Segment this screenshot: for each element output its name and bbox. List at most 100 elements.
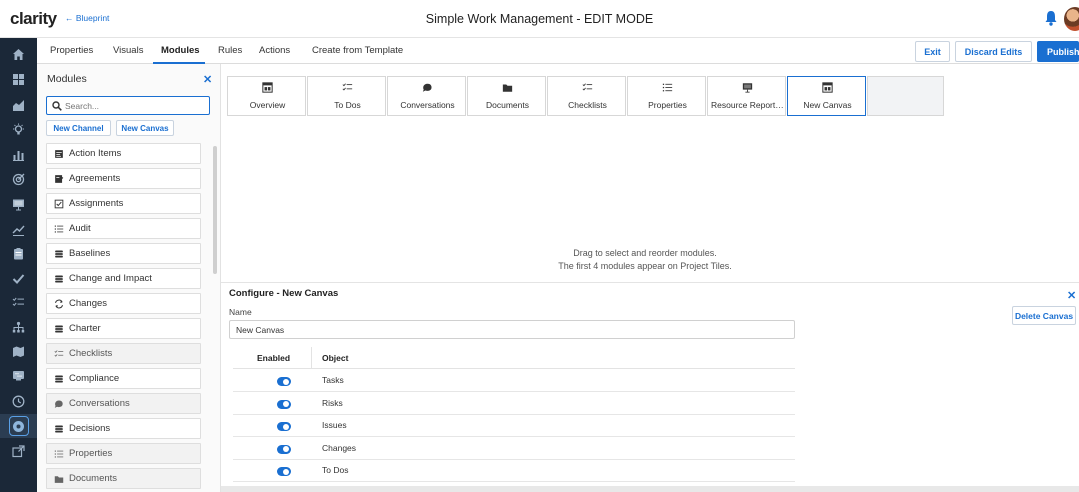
- table-row: Tasks: [233, 370, 795, 392]
- module-list-item[interactable]: Changes: [46, 293, 201, 314]
- module-card[interactable]: Resource Reporti...: [707, 76, 786, 116]
- trend-icon[interactable]: [0, 217, 37, 241]
- bar-chart-icon[interactable]: [0, 142, 37, 166]
- target-icon[interactable]: [0, 167, 37, 191]
- home-icon[interactable]: [0, 42, 37, 66]
- presentation-icon[interactable]: [0, 192, 37, 216]
- back-to-blueprint-link[interactable]: ← Blueprint: [65, 13, 109, 23]
- roadmap-icon[interactable]: [0, 363, 37, 387]
- canvas-icon: [228, 82, 307, 94]
- drag-hint-line-2: The first 4 modules appear on Project Ti…: [558, 261, 732, 271]
- chart-area-icon[interactable]: [0, 92, 37, 116]
- external-link-icon[interactable]: [0, 439, 37, 463]
- module-card[interactable]: Checklists: [547, 76, 626, 116]
- module-card[interactable]: To Dos: [307, 76, 386, 116]
- module-list-item-label: Checklists: [69, 348, 113, 359]
- module-list-item[interactable]: Compliance: [46, 368, 201, 389]
- module-list-item[interactable]: Baselines: [46, 243, 201, 264]
- module-list-item-label: Properties: [69, 448, 113, 459]
- object-name: Risks: [322, 397, 343, 408]
- delete-canvas-button[interactable]: Delete Canvas: [1012, 306, 1076, 325]
- module-list-item-label: Baselines: [69, 248, 111, 259]
- stack-icon: [49, 249, 69, 259]
- module-card[interactable]: Overview: [227, 76, 306, 116]
- module-list-item[interactable]: Properties: [46, 443, 201, 464]
- module-card[interactable]: Properties: [627, 76, 706, 116]
- clock-icon[interactable]: [0, 389, 37, 413]
- module-list-item-label: Documents: [69, 473, 118, 484]
- module-list-item-label: Changes: [69, 298, 108, 309]
- clarity-logo[interactable]: clarity: [10, 9, 57, 29]
- tab-properties[interactable]: Properties: [50, 45, 93, 56]
- enabled-toggle[interactable]: [277, 422, 291, 431]
- new-channel-button[interactable]: New Channel: [46, 120, 111, 136]
- lightbulb-icon[interactable]: [0, 117, 37, 141]
- module-list-item[interactable]: Agreements: [46, 168, 201, 189]
- map-icon[interactable]: [0, 339, 37, 363]
- tab-modules[interactable]: Modules: [161, 45, 200, 56]
- grid-icon[interactable]: [0, 67, 37, 91]
- exit-button[interactable]: Exit: [915, 41, 950, 62]
- module-list-item-label: Assignments: [69, 198, 124, 209]
- tab-create-from-template[interactable]: Create from Template: [312, 45, 403, 56]
- module-list-item-label: Conversations: [69, 398, 130, 409]
- enabled-toggle[interactable]: [277, 467, 291, 476]
- action-items-icon: [49, 149, 69, 159]
- name-field[interactable]: [229, 320, 795, 339]
- object-name: Changes: [322, 442, 357, 453]
- enabled-toggle[interactable]: [277, 399, 291, 409]
- checklist-icon[interactable]: [0, 290, 37, 314]
- module-list-item-label: Action Items: [69, 148, 122, 159]
- checklist-icon: [308, 82, 387, 94]
- module-card[interactable]: New Canvas: [787, 76, 866, 116]
- module-list-item[interactable]: Change and Impact: [46, 268, 201, 289]
- notification-bell-icon[interactable]: [1044, 9, 1058, 27]
- search-input[interactable]: [65, 99, 205, 113]
- list-icon: [628, 82, 707, 94]
- object-name: Issues: [322, 420, 347, 430]
- stack-icon: [49, 324, 69, 334]
- module-list-item[interactable]: Assignments: [46, 193, 201, 214]
- module-card-label: Documents: [486, 100, 529, 110]
- user-avatar[interactable]: [1064, 7, 1079, 31]
- table-row: Changes: [233, 438, 795, 460]
- panel-scrollbar[interactable]: [213, 146, 217, 274]
- publish-button[interactable]: Publish: [1037, 41, 1079, 62]
- configure-close-icon[interactable]: ✕: [1067, 289, 1076, 302]
- module-card-label: Properties: [648, 100, 687, 110]
- presentation-icon: [708, 82, 787, 94]
- module-card[interactable]: Documents: [467, 76, 546, 116]
- module-list-item[interactable]: Charter: [46, 318, 201, 339]
- list-icon: [49, 224, 69, 234]
- module-list-item[interactable]: Checklists: [46, 343, 201, 364]
- module-list-item-label: Charter: [69, 323, 101, 334]
- module-search[interactable]: [46, 96, 210, 115]
- module-list-item[interactable]: Documents: [46, 468, 201, 489]
- module-list-item[interactable]: Action Items: [46, 143, 201, 164]
- module-list-item[interactable]: Decisions: [46, 418, 201, 439]
- empty-module-slot: [867, 76, 944, 116]
- module-list-item[interactable]: Conversations: [46, 393, 201, 414]
- tab-actions[interactable]: Actions: [259, 45, 290, 56]
- org-chart-icon[interactable]: [0, 315, 37, 339]
- clipboard-icon[interactable]: [0, 241, 37, 265]
- conversation-icon: [388, 82, 467, 94]
- enabled-toggle[interactable]: [277, 377, 291, 386]
- admin-settings-icon[interactable]: [0, 414, 37, 438]
- modules-panel-title: Modules: [47, 73, 87, 85]
- module-list-item[interactable]: Audit: [46, 218, 201, 239]
- horizontal-scrollbar[interactable]: [221, 486, 1079, 492]
- assignments-icon: [49, 199, 69, 209]
- close-icon[interactable]: ✕: [203, 73, 212, 86]
- module-list-item-label: Change and Impact: [69, 273, 152, 284]
- new-canvas-button[interactable]: New Canvas: [116, 120, 174, 136]
- checkmark-icon[interactable]: [0, 266, 37, 290]
- enabled-column-header: Enabled: [257, 353, 291, 363]
- tab-visuals[interactable]: Visuals: [113, 45, 143, 56]
- module-card[interactable]: Conversations: [387, 76, 466, 116]
- discard-edits-button[interactable]: Discard Edits: [955, 41, 1032, 62]
- enabled-toggle[interactable]: [277, 444, 291, 454]
- module-card-label: Overview: [249, 100, 286, 110]
- table-header: Enabled Object: [233, 347, 795, 369]
- tab-rules[interactable]: Rules: [218, 45, 242, 56]
